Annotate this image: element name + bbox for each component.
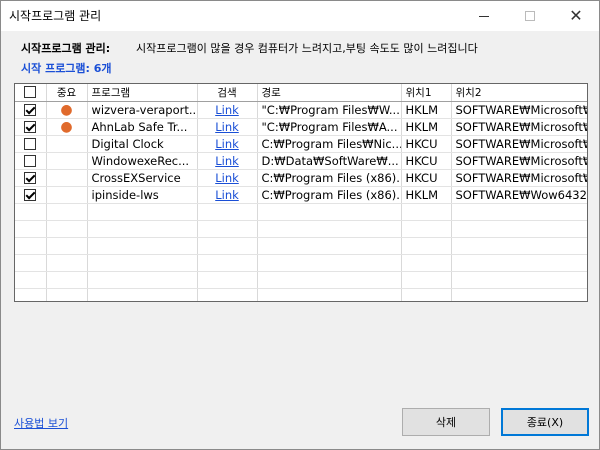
select-all-header[interactable] [15,84,47,102]
title-bar: 시작프로그램 관리 ✕ [1,1,599,31]
row-checkbox-cell[interactable] [15,186,47,204]
important-cell: ● [46,118,88,136]
program-name: Digital Clock [87,135,198,153]
exit-button[interactable]: 종료(X) [501,408,589,436]
search-link[interactable]: Link [215,120,239,134]
close-icon: ✕ [569,6,583,25]
important-dot-icon: ● [60,101,73,118]
select-all-checkbox[interactable] [24,86,37,99]
location2: SOFTWARE₩Microsoft₩ [451,118,587,136]
location1: HKCU [401,169,452,187]
minimize-button[interactable] [461,1,507,31]
row-checkbox[interactable] [24,121,37,133]
program-name: WindowexeRec... [87,152,198,170]
delete-button[interactable]: 삭제 [402,408,490,436]
program-path: C:₩Program Files (x86)... [257,169,402,187]
window-title: 시작프로그램 관리 [9,9,102,23]
empty-row [15,288,587,301]
row-checkbox[interactable] [24,155,37,167]
location2: SOFTWARE₩Microsoft₩ [451,152,587,170]
startup-table: 중요 프로그램 검색 경로 위치1 위치2 ● wizvera-veraport.… [15,84,587,301]
search-link[interactable]: Link [215,171,239,185]
search-link[interactable]: Link [215,188,239,202]
important-cell [46,186,88,204]
location1: HKLM [401,186,452,204]
program-name: AhnLab Safe Tr... [87,118,198,136]
minimize-icon [479,15,489,17]
empty-row [15,203,587,221]
program-path: C:₩Program Files (x86)... [257,186,402,204]
location1: HKLM [401,101,452,119]
table-row[interactable]: ipinside-lws Link C:₩Program Files (x86)..… [15,186,587,204]
important-cell: ● [46,101,88,119]
maximize-button [507,1,553,31]
search-cell: Link [197,186,258,204]
location2: SOFTWARE₩Microsoft₩ [451,101,587,119]
program-name: CrossEXService [87,169,198,187]
row-checkbox[interactable] [24,172,37,184]
startup-manager-window: 시작프로그램 관리 ✕ 시작프로그램 관리: 시작프로그램이 많을 경우 컴퓨터… [0,0,600,450]
row-checkbox[interactable] [24,189,37,201]
usage-guide-link[interactable]: 사용법 보기 [14,415,68,431]
table-row[interactable]: ● AhnLab Safe Tr... Link "C:₩Program Files₩… [15,118,587,136]
program-name: ipinside-lws [87,186,198,204]
search-cell: Link [197,101,258,119]
important-cell [46,152,88,170]
table-row[interactable]: CrossEXService Link C:₩Program Files (x86)… [15,169,587,187]
search-cell: Link [197,135,258,153]
location2: SOFTWARE₩Microsoft₩ [451,135,587,153]
empty-row [15,220,587,238]
search-cell: Link [197,152,258,170]
search-cell: Link [197,118,258,136]
header-path[interactable]: 경로 [257,84,402,102]
header-program[interactable]: 프로그램 [87,84,198,102]
location2: SOFTWARE₩Wow6432 [451,186,587,204]
search-cell: Link [197,169,258,187]
important-cell [46,135,88,153]
header-important[interactable]: 중요 [46,84,88,102]
important-dot-icon: ● [60,118,73,135]
empty-row [15,271,587,289]
important-cell [46,169,88,187]
info-text: 시작프로그램이 많을 경우 컴퓨터가 느려지고,부팅 속도도 많이 느려집니다 [136,42,478,55]
row-checkbox-cell[interactable] [15,169,47,187]
table-row[interactable]: WindowexeRec... Link D:₩Data₩SoftWare₩... H… [15,152,587,170]
location2: SOFTWARE₩Microsoft₩ [451,169,587,187]
row-checkbox-cell[interactable] [15,135,47,153]
empty-row [15,254,587,272]
info-label: 시작프로그램 관리: [21,42,111,55]
location1: HKCU [401,152,452,170]
startup-program-grid: 중요 프로그램 검색 경로 위치1 위치2 ● wizvera-veraport.… [14,83,588,302]
program-name: wizvera-veraport... [87,101,198,119]
row-checkbox-cell[interactable] [15,152,47,170]
table-header-row: 중요 프로그램 검색 경로 위치1 위치2 [15,84,587,102]
header-location1[interactable]: 위치1 [401,84,452,102]
search-link[interactable]: Link [215,137,239,151]
table-row[interactable]: Digital Clock Link C:₩Program Files₩Nic...… [15,135,587,153]
row-checkbox[interactable] [24,138,37,150]
table-row[interactable]: ● wizvera-veraport... Link "C:₩Program File… [15,101,587,119]
program-path: C:₩Program Files₩Nic... [257,135,402,153]
program-path: "C:₩Program Files₩W... [257,101,402,119]
header-location2[interactable]: 위치2 [451,84,587,102]
program-path: D:₩Data₩SoftWare₩... [257,152,402,170]
row-checkbox-cell[interactable] [15,118,47,136]
empty-row [15,237,587,255]
header-search[interactable]: 검색 [197,84,258,102]
row-checkbox[interactable] [24,104,37,116]
location1: HKLM [401,118,452,136]
search-link[interactable]: Link [215,103,239,117]
search-link[interactable]: Link [215,154,239,168]
program-path: "C:₩Program Files₩A... [257,118,402,136]
close-button[interactable]: ✕ [553,1,599,31]
location1: HKCU [401,135,452,153]
startup-count: 시작 프로그램: 6개 [21,62,112,75]
row-checkbox-cell[interactable] [15,101,47,119]
maximize-icon [525,11,535,21]
